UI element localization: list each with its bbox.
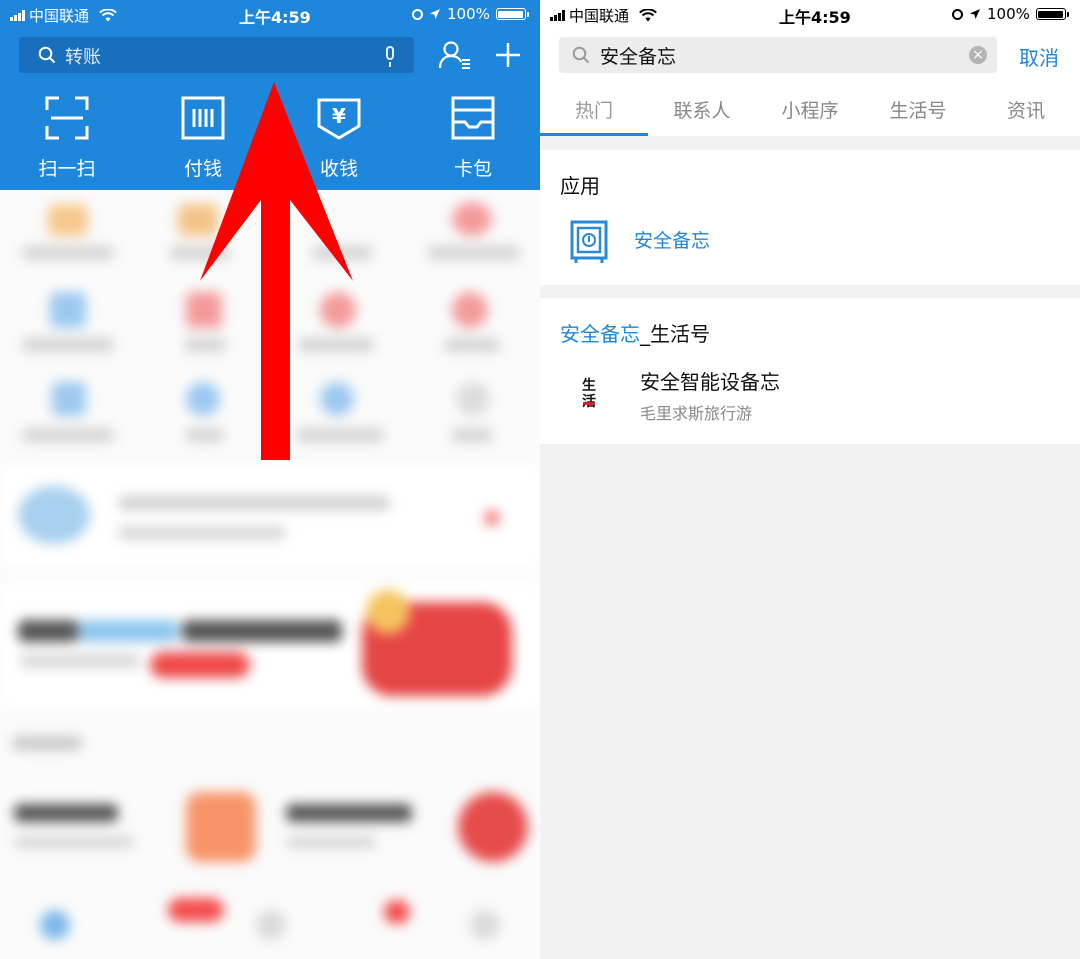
right-panel-search-results: 中国联通 上午4:59 100% 安全备忘 × 取消 热门 联系人 小程序 生活…: [540, 0, 1080, 959]
app-section: 应用 安全备忘: [540, 150, 1080, 285]
tool-scan-label: 扫一扫: [38, 158, 96, 180]
tool-cards[interactable]: 卡包: [428, 96, 518, 181]
battery-percent: 100%: [447, 5, 490, 23]
carrier-label: 中国联通: [569, 7, 630, 25]
add-icon[interactable]: [495, 42, 521, 68]
tab-news[interactable]: 资讯: [972, 96, 1080, 123]
contacts-icon[interactable]: [438, 40, 472, 70]
search-header: 中国联通 上午4:59 100% 安全备忘 × 取消 热门 联系人 小程序 生活…: [540, 0, 1080, 136]
carrier: 中国联通: [550, 5, 657, 26]
life-account-result-item[interactable]: 生 活 安全智能设备忘 毛里求斯旅行游: [540, 360, 1080, 430]
status-time: 上午4:59: [779, 8, 851, 27]
safe-box-icon: [570, 220, 608, 263]
scan-icon: [45, 96, 89, 140]
active-tab-indicator: [540, 133, 648, 136]
tab-life-accounts[interactable]: 生活号: [864, 96, 972, 123]
life-account-logo-icon: 生 活: [582, 377, 596, 410]
carrier: 中国联通: [10, 5, 117, 26]
life-account-name: 安全智能设备忘: [640, 370, 780, 394]
life-section-title: 安全备忘_生活号: [560, 318, 710, 347]
location-icon: [430, 9, 440, 19]
status-right: 100%: [412, 5, 529, 23]
logo-char-2: 活: [582, 393, 596, 410]
status-bar: 中国联通 上午4:59 100%: [540, 0, 1080, 28]
carrier-label: 中国联通: [29, 7, 90, 25]
tab-mini-programs[interactable]: 小程序: [756, 96, 864, 123]
orientation-lock-icon: [952, 8, 963, 20]
tab-hot[interactable]: 热门: [540, 96, 648, 123]
left-panel-alipay-home: 中国联通 上午4:59 100% 转账 扫一扫 付钱 ¥ 收钱 卡包: [0, 0, 540, 959]
swipe-up-arrow-icon: [200, 82, 353, 460]
search-placeholder: 转账: [65, 47, 101, 68]
life-section-title-rest: _生活号: [640, 322, 710, 346]
tool-scan[interactable]: 扫一扫: [22, 96, 112, 181]
microphone-icon[interactable]: [386, 46, 394, 67]
cancel-button[interactable]: 取消: [1019, 42, 1059, 71]
search-bar[interactable]: 转账: [19, 37, 414, 73]
status-bar: 中国联通 上午4:59 100%: [0, 0, 540, 28]
app-result-name: 安全备忘: [634, 230, 711, 252]
wifi-icon: [639, 9, 657, 22]
life-account-section: 安全备忘_生活号 生 活 安全智能设备忘 毛里求斯旅行游: [540, 298, 1080, 444]
card-wallet-icon: [451, 96, 495, 140]
tool-cards-label: 卡包: [453, 158, 492, 180]
app-result-item[interactable]: 安全备忘: [540, 212, 1080, 272]
life-section-title-highlight: 安全备忘: [560, 322, 640, 346]
signal-icon: [10, 10, 25, 21]
status-time: 上午4:59: [239, 8, 311, 27]
app-section-title: 应用: [560, 174, 600, 198]
search-icon: [38, 46, 56, 64]
orientation-lock-icon: [412, 8, 423, 20]
life-account-subtitle: 毛里求斯旅行游: [640, 404, 753, 423]
battery-icon: [1035, 8, 1069, 20]
search-value: 安全备忘: [600, 46, 677, 68]
status-right: 100%: [952, 5, 1069, 23]
battery-icon: [495, 8, 529, 20]
search-tabs: 热门 联系人 小程序 生活号 资讯: [540, 88, 1080, 136]
life-account-logo: 生 活: [576, 374, 602, 414]
logo-char-1: 生: [582, 377, 596, 394]
search-icon: [572, 46, 590, 64]
tab-contacts[interactable]: 联系人: [648, 96, 756, 123]
battery-percent: 100%: [987, 5, 1030, 23]
wifi-icon: [99, 9, 117, 22]
search-input[interactable]: 安全备忘 ×: [559, 37, 997, 73]
location-icon: [970, 9, 980, 19]
signal-icon: [550, 10, 565, 21]
clear-search-icon[interactable]: ×: [969, 46, 987, 64]
